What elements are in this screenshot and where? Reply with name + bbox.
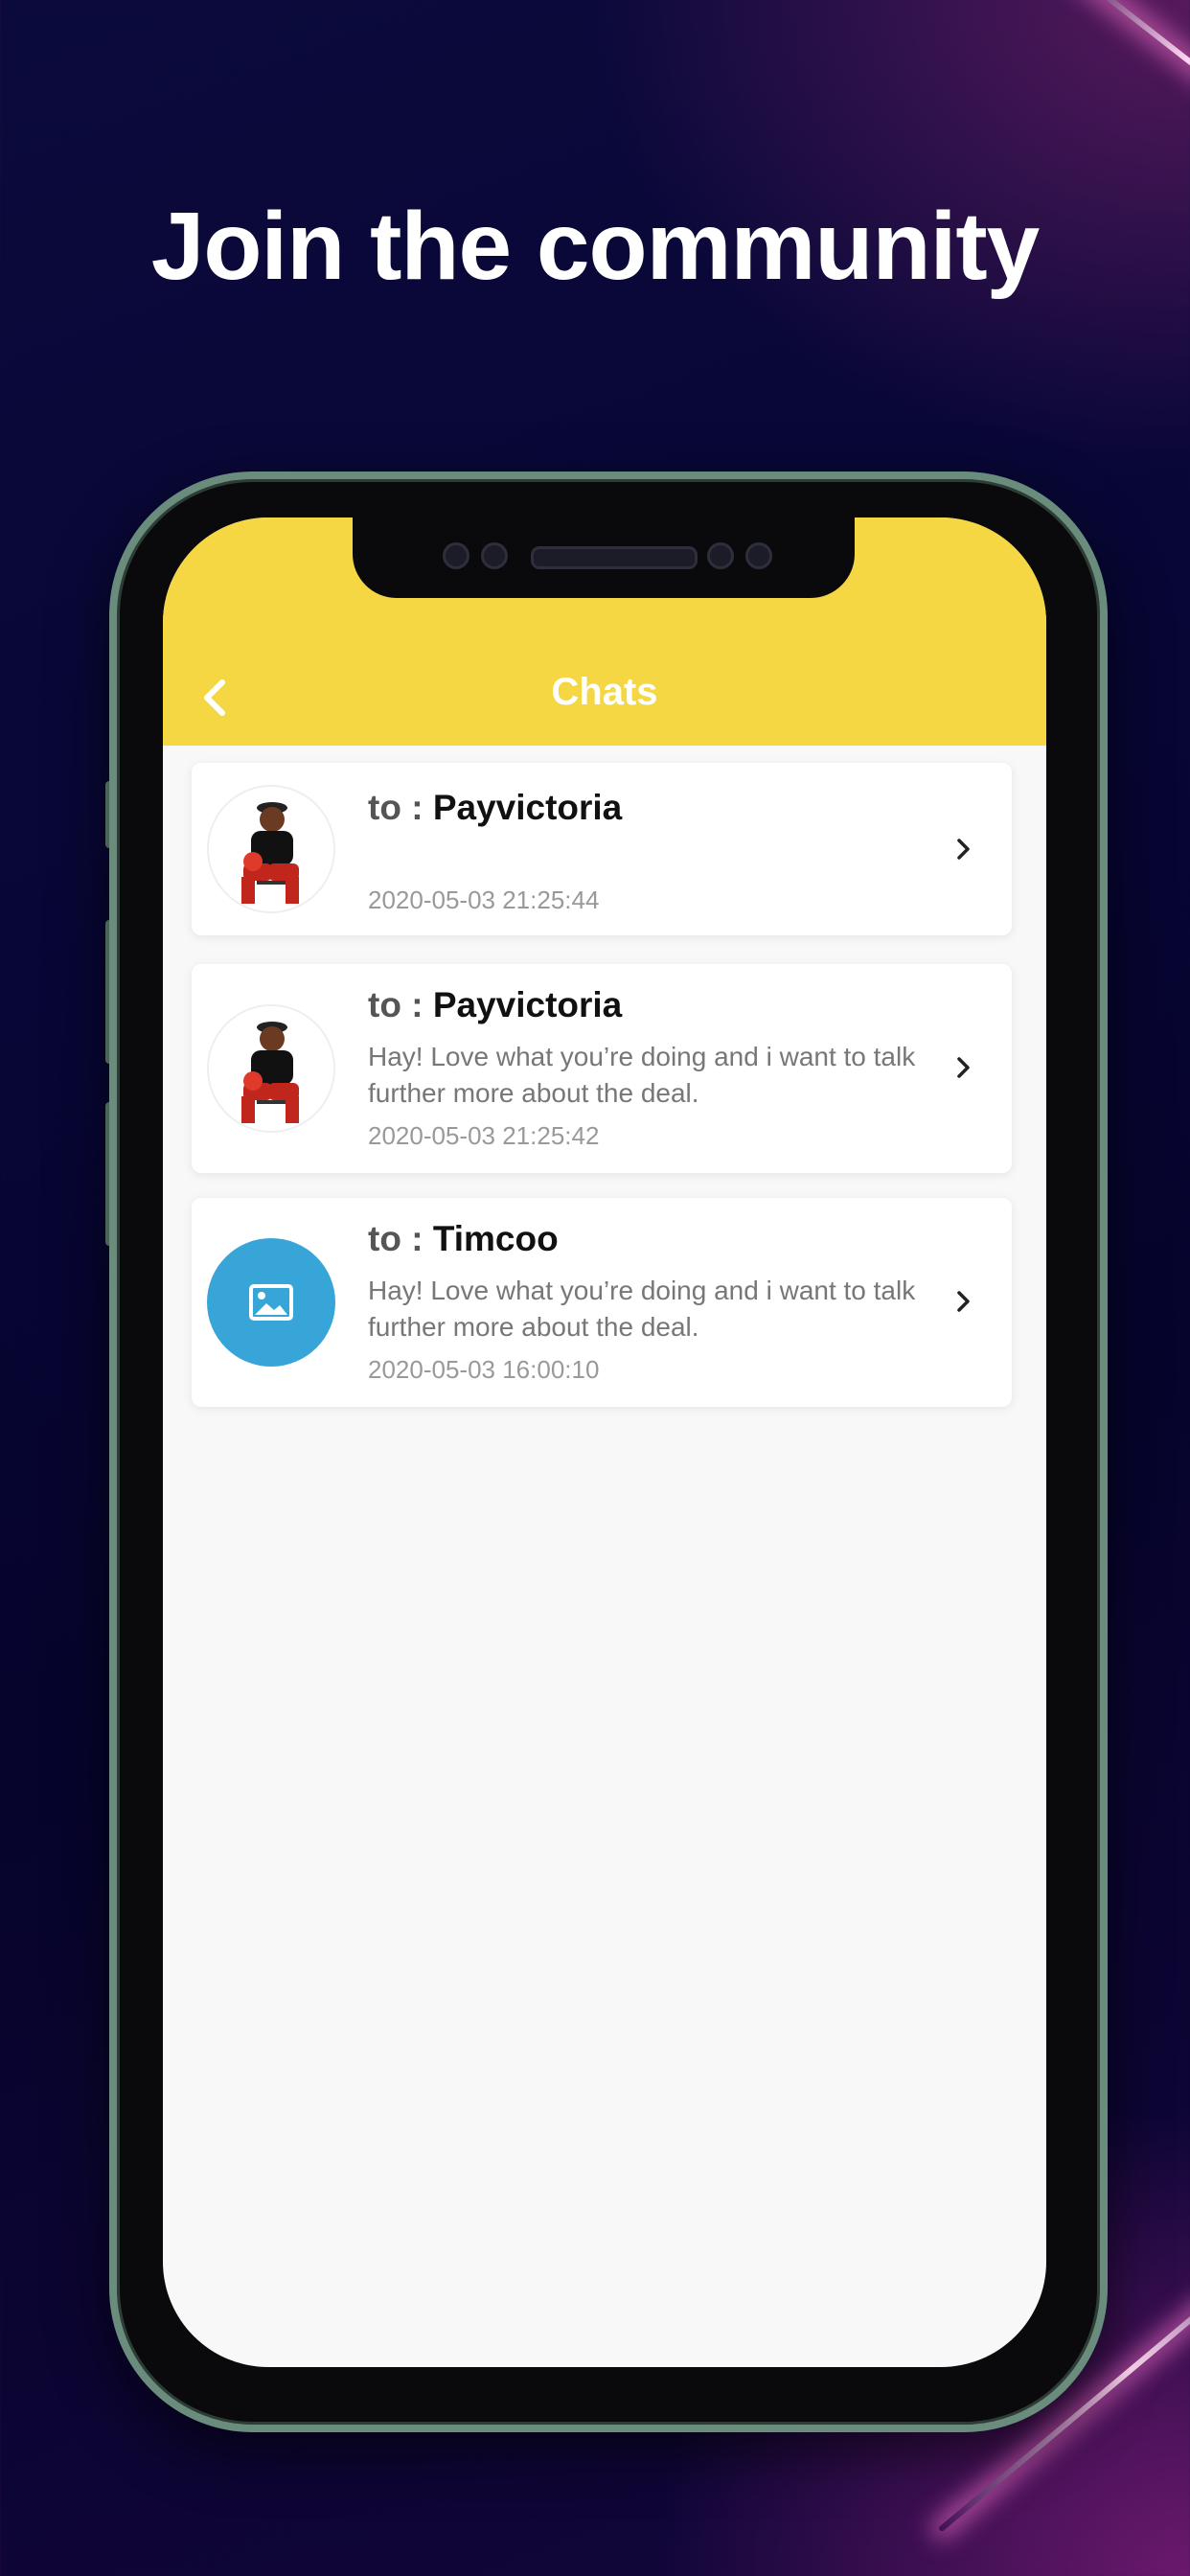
to-label: to : [368,985,423,1024]
timestamp: 2020-05-03 16:00:10 [368,1355,600,1384]
chevron-right-icon [957,1291,970,1312]
image-placeholder-icon [249,1284,293,1321]
chevron-right-icon [957,839,970,860]
avatar [207,1004,335,1133]
chat-list-item[interactable]: to : Timcoo Hay! Love what you’re doing … [192,1198,1012,1407]
recipient-name: Payvictoria [432,788,623,827]
message-preview: Hay! Love what you’re doing and i want t… [368,1276,916,1342]
user-photo-icon [209,1006,333,1131]
phone-notch [353,518,855,598]
chevron-right-icon [957,1057,970,1078]
avatar [207,1238,335,1367]
to-label: to : [368,1219,423,1258]
chat-recipient: to : Payvictoria [368,985,622,1025]
user-photo-icon [209,787,333,911]
to-label: to : [368,788,423,827]
avatar [207,785,335,913]
chat-recipient: to : Timcoo [368,1219,559,1259]
light-streak-top [1065,0,1190,157]
chat-list-item[interactable]: to : Payvictoria Hay! Love what you’re d… [192,964,1012,1173]
chat-list-item[interactable]: to : Payvictoria 2020-05-03 21:25:44 [192,763,1012,935]
headline: Join the community [150,193,1041,300]
timestamp: 2020-05-03 21:25:42 [368,1121,600,1150]
chat-recipient: to : Payvictoria [368,788,622,828]
page-title: Chats [551,671,658,713]
phone-screen: Chats to : Payvictoria 2020-05-03 21:25:… [163,518,1046,2367]
message-preview: Hay! Love what you’re doing and i want t… [368,1042,916,1108]
recipient-name: Payvictoria [432,985,623,1024]
recipient-name: Timcoo [432,1219,559,1258]
timestamp: 2020-05-03 21:25:44 [368,886,600,914]
